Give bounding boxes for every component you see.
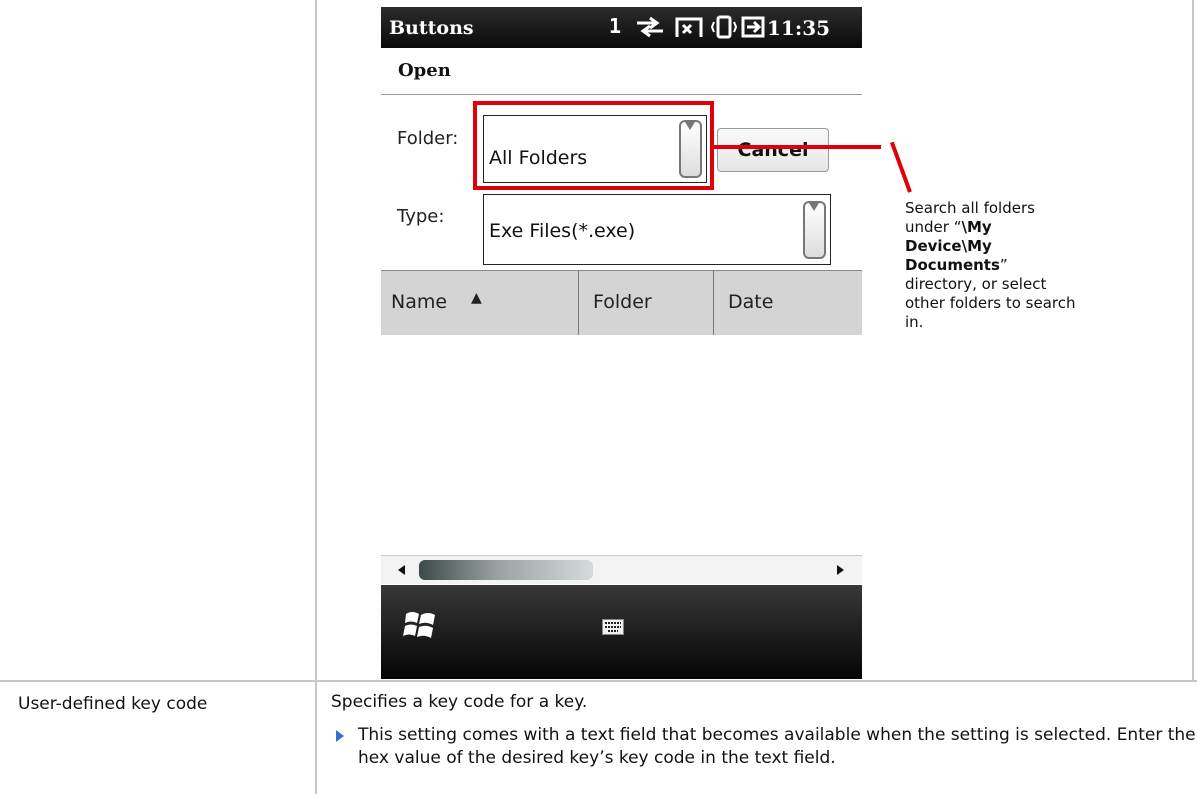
table-divider-left	[315, 0, 317, 794]
column-name-label: Name	[391, 291, 448, 313]
file-list-header: Name ▲ Folder Date	[381, 270, 862, 336]
type-value: Exe Files(*.exe)	[489, 220, 636, 242]
table-divider-right	[1192, 0, 1194, 680]
windows-start-icon[interactable]	[403, 608, 437, 642]
dialog-title: Open	[398, 60, 451, 81]
setting-name: User-defined key code	[18, 694, 208, 714]
sync-arrows-icon	[637, 16, 663, 38]
dialog-title-bar: Open	[381, 48, 862, 95]
scrollbar-thumb[interactable]	[419, 560, 593, 580]
callout-connector-diagonal	[890, 141, 912, 193]
type-label: Type:	[397, 206, 445, 227]
signal-digit: 1	[609, 14, 622, 38]
scroll-left-icon[interactable]	[398, 565, 405, 575]
setting-description: Specifies a key code for a key.	[331, 692, 588, 712]
column-header-folder[interactable]: Folder	[579, 271, 713, 335]
setting-note: This setting comes with a text field tha…	[358, 725, 1196, 768]
column-folder-label: Folder	[593, 291, 652, 313]
column-header-date[interactable]: Date	[714, 271, 862, 335]
vibrate-icon	[711, 15, 737, 39]
column-header-name[interactable]: Name ▲	[381, 271, 578, 335]
app-title: Buttons	[389, 17, 474, 39]
cancel-button[interactable]: Cancel	[717, 128, 829, 172]
type-dropdown[interactable]: Exe Files(*.exe)	[483, 194, 831, 265]
battery-charging-icon	[741, 16, 765, 38]
folder-label: Folder:	[397, 128, 459, 149]
clock: 11:35	[767, 16, 831, 40]
file-list	[381, 335, 862, 555]
chevron-down-icon[interactable]	[803, 201, 826, 259]
callout-connector	[710, 145, 881, 149]
highlight-box	[473, 101, 714, 190]
callout-text: Search all folders under “\My Device\My …	[905, 199, 1080, 332]
keyboard-icon[interactable]	[602, 619, 624, 635]
bullet-arrow-icon	[336, 730, 344, 742]
taskbar	[381, 585, 862, 679]
sort-ascending-icon: ▲	[471, 290, 482, 306]
horizontal-scrollbar[interactable]	[381, 555, 862, 584]
column-date-label: Date	[728, 291, 774, 313]
signal-icon	[675, 17, 703, 37]
scroll-right-icon[interactable]	[837, 565, 844, 575]
table-row-divider	[0, 680, 1197, 682]
status-bar: Buttons 1 11:35	[381, 7, 862, 48]
